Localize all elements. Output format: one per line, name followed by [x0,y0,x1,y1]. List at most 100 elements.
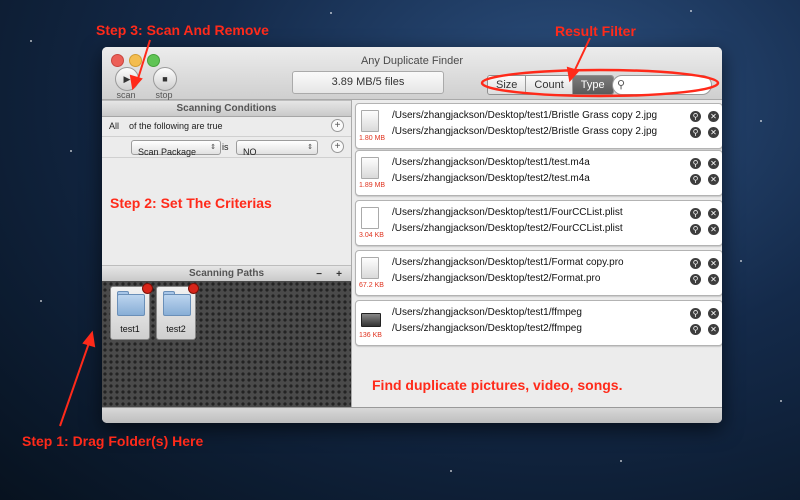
annotation-step2: Step 2: Set The Criterias [110,195,272,211]
duplicate-group: 3.04 KB /Users/zhangjackson/Desktop/test… [355,200,722,246]
star [740,260,742,262]
delete-icon[interactable]: ✕ [708,258,719,269]
star [780,400,782,402]
delete-icon[interactable]: ✕ [708,208,719,219]
rule-value-label: NO [243,147,257,157]
folder-icon [163,294,191,316]
file-path[interactable]: /Users/zhangjackson/Desktop/test1/ffmpeg [392,307,582,318]
delete-icon[interactable]: ✕ [708,224,719,235]
image-file-icon [361,110,379,132]
results-panel: 1.80 MB /Users/zhangjackson/Desktop/test… [352,100,722,407]
left-panel: Scanning Conditions All of the following… [102,100,352,407]
delete-icon[interactable]: ✕ [708,158,719,169]
duplicate-group: 67.2 KB /Users/zhangjackson/Desktop/test… [355,250,722,296]
star [690,10,692,12]
stop-label: stop [155,90,173,100]
stop-icon: ■ [162,74,168,84]
window-title: Any Duplicate Finder [360,55,464,67]
condition-match-row: All of the following are true + [102,116,351,137]
rule-field-label: Scan Package [138,147,197,157]
match-all-select[interactable]: All [109,121,119,131]
reveal-icon[interactable]: ⚲ [690,308,701,319]
folder-drop-area[interactable]: test1 test2 [102,281,351,407]
plist-file-icon [361,207,379,229]
file-path[interactable]: /Users/zhangjackson/Desktop/test2/test.m… [392,173,590,184]
reveal-icon[interactable]: ⚲ [690,174,701,185]
reveal-icon[interactable]: ⚲ [690,324,701,335]
rule-operator: is [222,142,229,152]
annotation-step3: Step 3: Scan And Remove [96,22,269,38]
folder-item[interactable]: test2 [156,283,199,340]
reveal-icon[interactable]: ⚲ [690,111,701,122]
file-size: 1.89 MB [359,182,386,189]
star [620,460,622,462]
add-path-button[interactable]: + [332,267,346,282]
stop-button[interactable]: ■ [153,67,177,91]
titlebar: Any Duplicate Finder ▶ scan ■ stop 3.89 … [102,47,722,100]
folder-item[interactable]: test1 [110,283,153,340]
file-size: 136 KB [359,332,382,339]
delete-icon[interactable]: ✕ [708,127,719,138]
search-icon: ⚲ [617,79,626,91]
filter-size[interactable]: Size [488,76,527,94]
reveal-icon[interactable]: ⚲ [690,274,701,285]
reveal-icon[interactable]: ⚲ [690,258,701,269]
file-path[interactable]: /Users/zhangjackson/Desktop/test2/ffmpeg [392,323,582,334]
file-path[interactable]: /Users/zhangjackson/Desktop/test1/FourCC… [392,207,623,218]
star [450,470,452,472]
project-file-icon [361,257,379,279]
condition-rule-row: Scan Package ⇕ is NO ⇕ + [102,137,351,158]
star [330,12,332,14]
conditions-header: Scanning Conditions [102,100,351,117]
annotation-result-filter: Result Filter [555,23,636,39]
executable-file-icon [361,313,381,327]
reveal-icon[interactable]: ⚲ [690,127,701,138]
scan-button[interactable]: ▶ [115,67,139,91]
filter-count[interactable]: Count [526,76,573,94]
add-condition-button[interactable]: + [331,119,344,132]
scan-label: scan [116,90,136,100]
play-icon: ▶ [123,74,131,84]
delete-icon[interactable]: ✕ [708,274,719,285]
delete-icon[interactable]: ✕ [708,308,719,319]
folder-label: test2 [166,324,186,334]
annotation-tagline: Find duplicate pictures, video, songs. [372,377,623,393]
star [760,120,762,122]
match-text: of the following are true [129,121,223,131]
star [40,300,42,302]
annotation-step1: Step 1: Drag Folder(s) Here [22,433,204,449]
audio-file-icon [361,157,379,179]
duplicate-group: 1.80 MB /Users/zhangjackson/Desktop/test… [355,103,722,149]
delete-icon[interactable]: ✕ [708,111,719,122]
remove-folder-badge[interactable] [142,283,153,294]
folder-label: test1 [120,324,140,334]
chevron-updown-icon: ⇕ [210,144,216,151]
file-path[interactable]: /Users/zhangjackson/Desktop/test2/FourCC… [392,223,623,234]
rule-value-select[interactable]: NO ⇕ [236,140,318,157]
delete-icon[interactable]: ✕ [708,174,719,185]
add-rule-button[interactable]: + [331,140,344,153]
paths-header-label: Scanning Paths [188,268,264,279]
remove-path-button[interactable]: − [312,267,326,282]
file-path[interactable]: /Users/zhangjackson/Desktop/test1/test.m… [392,157,590,168]
remove-folder-badge[interactable] [188,283,199,294]
reveal-icon[interactable]: ⚲ [690,208,701,219]
file-path[interactable]: /Users/zhangjackson/Desktop/test1/Bristl… [392,110,657,121]
reveal-icon[interactable]: ⚲ [690,224,701,235]
result-filter-segmented: Size Count Type [487,75,614,95]
reveal-icon[interactable]: ⚲ [690,158,701,169]
delete-icon[interactable]: ✕ [708,324,719,335]
step1-arrow [59,339,91,427]
file-size: 3.04 KB [359,232,384,239]
file-path[interactable]: /Users/zhangjackson/Desktop/test2/Format… [392,273,600,284]
star [30,40,32,42]
folder-icon [117,294,145,316]
search-field[interactable]: ⚲ [612,75,712,95]
bottom-status-bar [102,407,722,423]
file-path[interactable]: /Users/zhangjackson/Desktop/test2/Bristl… [392,126,657,137]
filter-type[interactable]: Type [572,76,613,94]
file-path[interactable]: /Users/zhangjackson/Desktop/test1/Format… [392,257,624,268]
app-window: Any Duplicate Finder ▶ scan ■ stop 3.89 … [102,47,722,423]
duplicate-group: 136 KB /Users/zhangjackson/Desktop/test1… [355,300,722,346]
rule-field-select[interactable]: Scan Package ⇕ [131,140,221,157]
